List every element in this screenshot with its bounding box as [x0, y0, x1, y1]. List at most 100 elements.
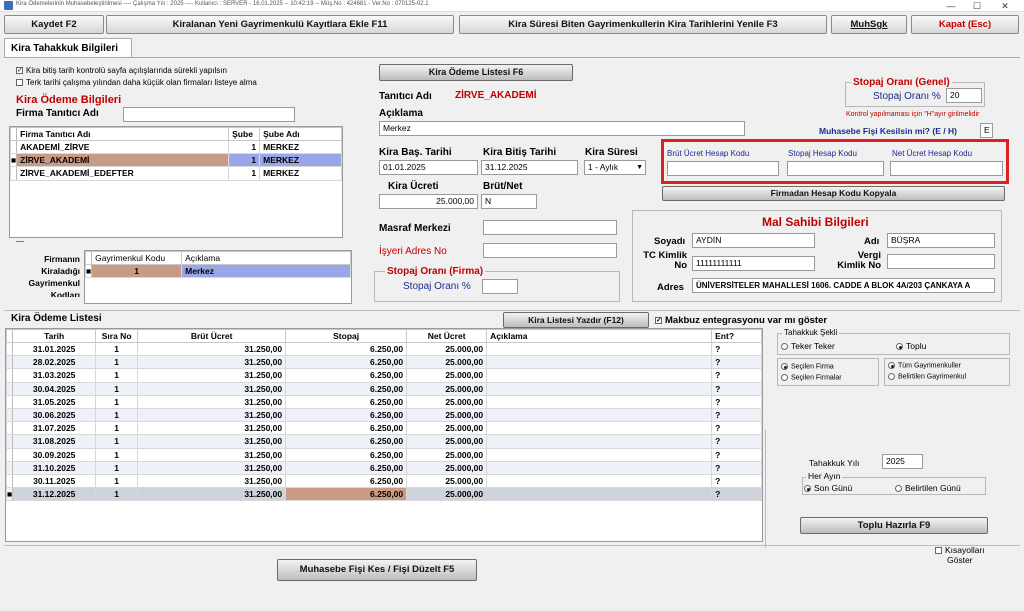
table-cell[interactable]: ? [711, 473, 762, 489]
rent-fee-input[interactable]: 25.000,00 [379, 194, 478, 209]
table-row[interactable]: 31.10.2025 1 31.250,00 6.250,00 25.000,00? [6, 460, 762, 475]
table-cell[interactable]: 1 [95, 473, 139, 489]
withholding-account-input[interactable] [787, 161, 884, 176]
table-row[interactable]: 31.05.2025 1 31.250,00 6.250,00 25.000,00? [6, 394, 762, 409]
radio-icon[interactable] [781, 343, 788, 351]
table-cell[interactable]: 1 [95, 341, 139, 357]
table-cell[interactable]: ? [711, 368, 762, 383]
table-cell[interactable]: ? [711, 487, 762, 502]
table-cell[interactable]: ? [711, 381, 762, 396]
table-cell[interactable]: 25.000,00 [406, 434, 488, 449]
table-row[interactable]: 31.07.2025 1 31.250,00 6.250,00 25.000,00? [6, 421, 762, 436]
radio-selected-icon[interactable] [888, 362, 895, 369]
table-cell[interactable]: ? [711, 407, 762, 423]
table-cell[interactable]: 30.04.2025 [12, 381, 97, 396]
table-cell[interactable]: 1 [95, 447, 139, 462]
bitis-kontrol-option[interactable]: ✓ Kira bitiş tarih kontrolü sayfa açılışl… [16, 66, 227, 75]
close-window-icon[interactable]: ✕ [994, 0, 1016, 12]
table-cell[interactable]: 25.000,00 [406, 460, 488, 475]
print-rent-list-button[interactable]: Kira Listesi Yazdır (F12) [503, 312, 649, 328]
table-cell[interactable]: 31.250,00 [137, 447, 287, 462]
table-cell[interactable]: ? [711, 460, 762, 475]
column-header[interactable]: Net Ücret [406, 329, 488, 343]
table-cell[interactable]: 31.01.2025 [12, 341, 97, 357]
table-cell[interactable]: 31.12.2025 [12, 487, 97, 502]
receipt-integration-option[interactable]: ✓ Makbuz entegrasyonu var mı göster [655, 315, 827, 326]
description-input[interactable]: Merkez [379, 121, 745, 136]
table-row[interactable]: 30.06.2025 1 31.250,00 6.250,00 25.000,00? [6, 407, 762, 423]
table-cell[interactable] [486, 487, 713, 502]
table-cell[interactable]: 28.02.2025 [12, 355, 97, 370]
table-cell[interactable]: 30.09.2025 [12, 447, 97, 462]
table-cell[interactable]: 1 [228, 166, 261, 181]
table-row[interactable]: 30.11.2025 1 31.250,00 6.250,00 25.000,00? [6, 473, 762, 489]
table-cell[interactable]: 25.000,00 [406, 407, 488, 423]
column-header[interactable]: Stopaj [285, 329, 408, 343]
column-header[interactable]: Açıklama [486, 329, 713, 343]
last-day-option[interactable]: Son Günü [804, 483, 852, 493]
net-account-input[interactable] [890, 161, 1003, 176]
table-cell[interactable]: 25.000,00 [406, 487, 488, 502]
checkbox-checked-icon[interactable]: ✓ [655, 316, 662, 324]
certain-property-option[interactable]: Belirtilen Gayrimenkul [888, 373, 966, 380]
table-cell[interactable] [486, 407, 713, 423]
close-button[interactable]: Kapat (Esc) [911, 15, 1019, 34]
table-cell[interactable]: 6.250,00 [285, 407, 408, 423]
table-cell[interactable] [486, 460, 713, 475]
table-cell[interactable]: 31.250,00 [137, 460, 287, 475]
table-row[interactable]: ZİRVE_AKADEMİ_EDEFTER 1 MERKEZ [10, 166, 342, 181]
table-cell[interactable]: 1 [95, 407, 139, 423]
name-input[interactable]: BÜŞRA [887, 233, 995, 248]
gross-net-input[interactable]: N [481, 194, 537, 209]
shortcuts-option[interactable]: Kısayolları Göster [935, 545, 985, 565]
column-header[interactable]: Ent? [711, 329, 762, 343]
add-new-property-button[interactable]: Kiralanan Yeni Gayrimenkulü Kayıtlara Ek… [106, 15, 454, 34]
table-cell[interactable]: 6.250,00 [285, 381, 408, 396]
table-cell[interactable]: 30.06.2025 [12, 407, 97, 423]
minimize-icon[interactable]: — [940, 0, 962, 12]
table-cell[interactable] [486, 355, 713, 370]
table-cell[interactable]: 1 [95, 394, 139, 409]
table-cell[interactable]: 31.03.2025 [12, 368, 97, 383]
table-cell[interactable]: 1 [95, 487, 139, 502]
table-cell[interactable] [486, 368, 713, 383]
table-cell[interactable]: 6.250,00 [285, 421, 408, 436]
muhsgk-button[interactable]: MuhSgk [831, 15, 907, 34]
specified-day-option[interactable]: Belirtilen Günü [895, 483, 961, 493]
table-row[interactable]: 31.03.2025 1 31.250,00 6.250,00 25.000,00? [6, 368, 762, 383]
table-cell[interactable]: 25.000,00 [406, 447, 488, 462]
column-header[interactable]: Açıklama [181, 251, 351, 265]
start-date-input[interactable]: 01.01.2025 [379, 160, 478, 175]
copy-account-codes-button[interactable]: Firmadan Hesap Kodu Kopyala [662, 186, 1005, 201]
table-cell[interactable] [486, 434, 713, 449]
general-rate-input[interactable]: 20 [946, 88, 982, 103]
table-cell[interactable]: 6.250,00 [285, 487, 408, 502]
end-date-input[interactable]: 31.12.2025 [481, 160, 578, 175]
selected-firms-option[interactable]: Seçilen Firmalar [781, 374, 842, 381]
bulk-prepare-button[interactable]: Toplu Hazırla F9 [800, 517, 988, 534]
table-row[interactable]: AKADEMİ_ZİRVE 1 MERKEZ [10, 139, 342, 155]
table-cell[interactable]: 6.250,00 [285, 434, 408, 449]
chevron-down-icon[interactable]: ▼ [636, 161, 643, 174]
table-cell[interactable]: 6.250,00 [285, 394, 408, 409]
accrual-year-input[interactable]: 2025 [882, 454, 923, 469]
table-cell[interactable]: ZİRVE_AKADEMİ [16, 153, 230, 168]
save-button[interactable]: Kaydet F2 [4, 15, 104, 34]
table-cell[interactable]: 1 [95, 421, 139, 436]
bulk-option[interactable]: Toplu [896, 341, 926, 351]
radio-selected-icon[interactable] [896, 343, 903, 351]
radio-icon[interactable] [895, 485, 902, 493]
table-cell[interactable]: ? [711, 341, 762, 357]
table-cell[interactable]: 6.250,00 [285, 341, 408, 357]
firm-alias-input[interactable] [123, 107, 295, 122]
tax-id-input[interactable] [887, 254, 995, 269]
table-row-selected[interactable]: ■ ZİRVE_AKADEMİ 1 MERKEZ [10, 153, 342, 168]
checkbox-checked-icon[interactable]: ✓ [16, 67, 23, 75]
column-header[interactable]: Sıra No [95, 329, 139, 343]
table-cell[interactable]: 1 [228, 139, 261, 155]
address-input[interactable]: ÜNİVERSİTELER MAHALLESİ 1606. CADDE A BL… [692, 278, 995, 293]
table-cell[interactable]: 25.000,00 [406, 355, 488, 370]
table-cell[interactable] [486, 447, 713, 462]
single-option[interactable]: Teker Teker [781, 341, 835, 351]
table-cell[interactable]: 30.11.2025 [12, 473, 97, 489]
